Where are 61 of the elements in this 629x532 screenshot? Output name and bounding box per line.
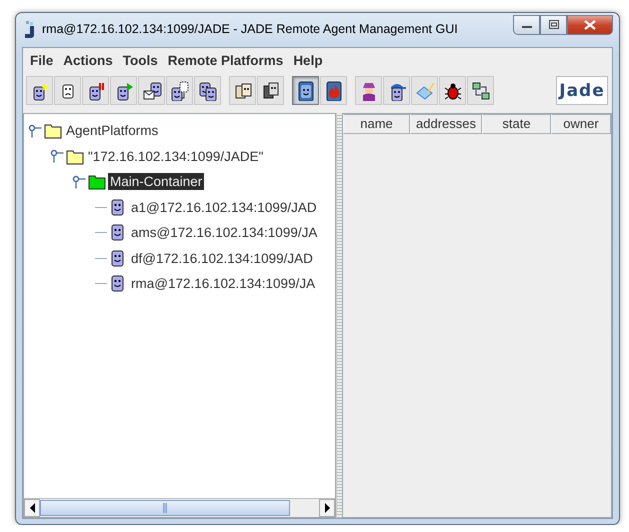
right-arrow-icon (324, 503, 330, 513)
toolbar-button[interactable] (383, 76, 410, 105)
horizontal-scrollbar[interactable] (24, 498, 335, 517)
toolbar-button[interactable] (26, 76, 53, 105)
toolbar-button[interactable] (257, 76, 284, 105)
scroll-thumb[interactable] (40, 500, 290, 516)
expanded-handle-icon[interactable] (72, 174, 86, 189)
faces-card-icon (232, 80, 252, 100)
column-header[interactable]: state (482, 114, 551, 134)
expanded-handle-icon[interactable] (50, 149, 64, 164)
toolbar-button[interactable] (229, 76, 256, 105)
face-envelope-icon (142, 80, 162, 100)
toolbar-button[interactable] (138, 76, 165, 105)
tree-item[interactable]: df@172.16.102.134:1099/JAD (129, 250, 315, 267)
toolbar-button[interactable] (82, 76, 109, 105)
column-header[interactable]: owner (551, 114, 611, 134)
scroll-left-button[interactable] (24, 499, 40, 517)
toolbar-button[interactable] (110, 76, 137, 105)
menu-item[interactable]: File (25, 52, 58, 69)
tree-item[interactable]: rma@172.16.102.134:1099/JA (129, 275, 318, 292)
close-button[interactable] (567, 14, 613, 34)
menu-item[interactable]: Tools (118, 52, 163, 69)
expanded-handle-icon[interactable] (28, 124, 42, 138)
column-header[interactable]: addresses (410, 114, 482, 134)
folder-icon (88, 173, 106, 190)
column-header[interactable]: name (343, 114, 410, 134)
toolbar-button[interactable] (194, 76, 221, 105)
flame-icon (324, 80, 344, 100)
toolbar-button[interactable] (292, 76, 319, 105)
grip-icon (163, 503, 167, 513)
toolbar-button[interactable] (320, 76, 347, 105)
toolbar-button[interactable] (439, 76, 466, 105)
toolbar-button[interactable] (467, 76, 494, 105)
face-screen-icon (296, 80, 316, 100)
two-faces-icon (198, 80, 218, 100)
maximize-button[interactable] (540, 14, 567, 34)
toolbar-button[interactable] (166, 76, 193, 105)
menu-item[interactable]: Actions (58, 52, 118, 69)
face-move-icon (170, 80, 190, 100)
close-icon (584, 20, 596, 30)
tree-item[interactable]: a1@172.16.102.134:1099/JAD (129, 198, 319, 216)
folder-icon (66, 148, 84, 165)
tree-item[interactable]: Main-Container (108, 173, 204, 190)
left-arrow-icon (30, 503, 34, 513)
jade-logo: Jade (556, 76, 608, 105)
maximize-icon (548, 20, 558, 29)
tree-item[interactable]: "172.16.102.134:1099/JADE" (86, 148, 266, 165)
menu-item[interactable]: Help (288, 52, 328, 69)
pencil-icon (414, 80, 434, 100)
tree-item[interactable]: ams@172.16.102.134:1099/JA (129, 224, 320, 242)
bug-icon (442, 80, 462, 100)
faces-card-icon (260, 80, 280, 100)
folder-icon (44, 122, 62, 140)
tree-item[interactable]: AgentPlatforms (64, 122, 160, 140)
window-title: rma@172.16.102.134:1099/JADE - JADE Remote Agent Management GUI (42, 22, 459, 36)
toolbar-button[interactable] (54, 76, 81, 105)
scroll-right-button[interactable] (319, 499, 335, 517)
minimize-button[interactable] (513, 14, 540, 34)
menu-item[interactable]: Remote Platforms (162, 52, 288, 69)
computers-icon (470, 80, 490, 100)
app-logo-icon (22, 20, 36, 38)
